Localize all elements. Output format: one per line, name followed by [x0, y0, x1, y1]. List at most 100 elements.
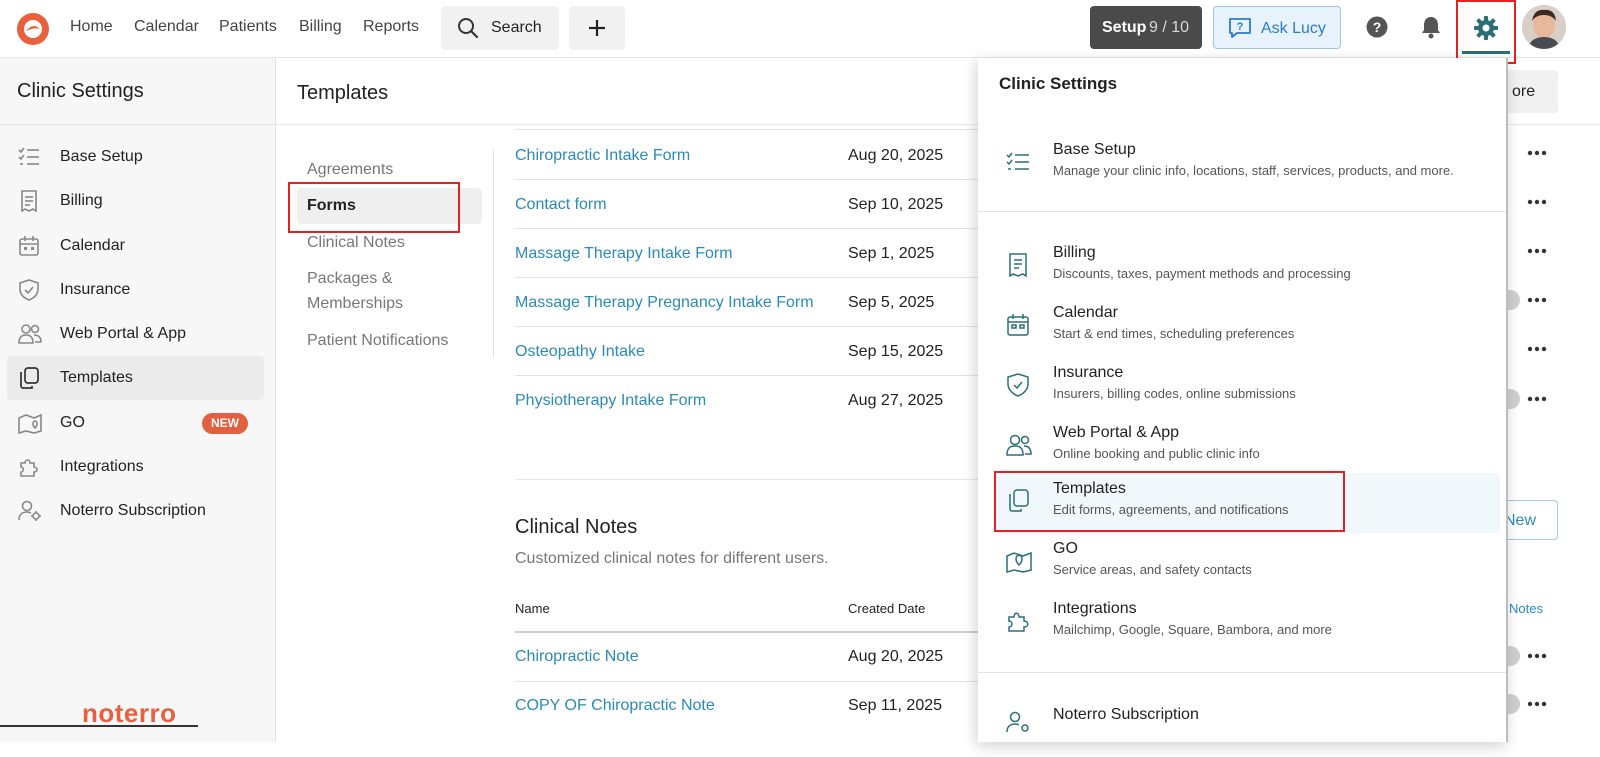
dropdown-item-insurance[interactable]: Insurance Insurers, billing codes, onlin… [994, 357, 1500, 417]
table-row: Chiropractic Note Aug 20, 2025 [515, 633, 985, 682]
subnav-clinical-notes[interactable]: Clinical Notes [307, 230, 405, 255]
toggle-switch[interactable] [1508, 389, 1520, 409]
more-options-icon[interactable] [1527, 346, 1547, 352]
sidebar-item-base-setup[interactable]: Base Setup [7, 135, 264, 179]
toggle-switch[interactable] [1508, 646, 1520, 666]
more-options-icon[interactable] [1527, 396, 1547, 402]
calendar-icon [1006, 313, 1030, 337]
nav-billing[interactable]: Billing [299, 18, 342, 36]
more-button[interactable]: ore [1500, 70, 1558, 113]
forms-highlight-box [288, 182, 460, 233]
sidebar-item-web-portal[interactable]: Web Portal & App [7, 312, 264, 356]
sidebar-item-go[interactable]: GO NEW [7, 401, 264, 445]
dropdown-item-description: Insurers, billing codes, online submissi… [1053, 386, 1296, 401]
shield-icon [18, 279, 40, 301]
toggle-switch[interactable] [1508, 290, 1520, 310]
dropdown-item-subscription[interactable]: Noterro Subscription [994, 697, 1500, 757]
dropdown-item-billing[interactable]: Billing Discounts, taxes, payment method… [994, 237, 1500, 297]
nav-calendar[interactable]: Calendar [134, 18, 199, 36]
subnav-agreements[interactable]: Agreements [307, 157, 393, 182]
more-options-icon[interactable] [1527, 150, 1547, 156]
dropdown-item-description: Online booking and public clinic info [1053, 446, 1260, 461]
nav-patients[interactable]: Patients [219, 18, 277, 36]
form-name-link[interactable]: Massage Therapy Intake Form [515, 245, 733, 263]
dropdown-item-base-setup[interactable]: Base Setup Manage your clinic info, loca… [994, 134, 1500, 194]
sidebar-item-insurance[interactable]: Insurance [7, 268, 264, 312]
add-button[interactable] [569, 6, 625, 50]
sidebar-item-subscription[interactable]: Noterro Subscription [7, 489, 264, 533]
dropdown-item-title: Integrations [1053, 600, 1137, 617]
noterro-logo-icon[interactable] [16, 12, 50, 46]
clinical-notes-description: Customized clinical notes for different … [515, 550, 829, 567]
settings-gear-button[interactable] [1456, 0, 1516, 64]
sidebar-item-templates[interactable]: Templates [7, 356, 264, 400]
more-options-icon[interactable] [1527, 199, 1547, 205]
svg-text:?: ? [1373, 19, 1382, 35]
form-created-date: Aug 27, 2025 [848, 392, 944, 409]
top-bar: Home Calendar Patients Billing Reports S… [0, 0, 1600, 64]
sidebar-item-label: Calendar [60, 237, 125, 254]
plus-icon [587, 18, 607, 38]
user-gear-icon [1006, 711, 1032, 735]
dropdown-item-integrations[interactable]: Integrations Mailchimp, Google, Square, … [994, 593, 1500, 653]
clinical-note-link[interactable]: COPY OF Chiropractic Note [515, 697, 715, 715]
divider [515, 479, 985, 480]
more-options-icon[interactable] [1527, 297, 1547, 303]
gear-icon [1474, 16, 1498, 40]
search-button[interactable]: Search [441, 6, 559, 50]
shield-icon [1006, 373, 1030, 397]
form-name-link[interactable]: Chiropractic Intake Form [515, 147, 690, 165]
subnav-packages[interactable]: Packages & [307, 266, 392, 291]
sidebar-item-label: Insurance [60, 281, 131, 298]
setup-progress-button[interactable]: Setup 9 / 10 [1090, 6, 1202, 49]
form-created-date: Sep 10, 2025 [848, 196, 944, 213]
dropdown-title: Clinic Settings [999, 74, 1118, 93]
column-header-created-date[interactable]: Created Date [848, 601, 925, 616]
new-clinical-note-button[interactable]: New [1500, 500, 1558, 540]
sidebar-item-integrations[interactable]: Integrations [7, 445, 264, 489]
form-name-link[interactable]: Massage Therapy Pregnancy Intake Form [515, 294, 814, 312]
receipt-icon [1006, 253, 1030, 277]
nav-home[interactable]: Home [70, 18, 113, 36]
form-name-link[interactable]: Physiotherapy Intake Form [515, 392, 706, 410]
sidebar-item-label: Base Setup [60, 148, 143, 165]
checklist-icon [18, 146, 40, 168]
subnav-patient-notifications[interactable]: Patient Notifications [307, 328, 448, 353]
divider [0, 124, 275, 125]
sidebar-item-billing[interactable]: Billing [7, 179, 264, 223]
more-options-icon[interactable] [1527, 653, 1547, 659]
form-created-date: Sep 5, 2025 [848, 294, 935, 311]
puzzle-icon [18, 456, 40, 478]
dropdown-item-title: Calendar [1053, 304, 1118, 321]
bell-icon[interactable] [1420, 15, 1442, 39]
receipt-icon [18, 190, 40, 212]
more-options-icon[interactable] [1527, 248, 1547, 254]
table-row: Massage Therapy Intake Form Sep 1, 2025 [515, 228, 985, 277]
user-avatar[interactable] [1522, 5, 1566, 49]
divider [493, 150, 494, 358]
toggle-switch[interactable] [1508, 694, 1520, 714]
dropdown-item-calendar[interactable]: Calendar Start & end times, scheduling p… [994, 297, 1500, 357]
nav-reports[interactable]: Reports [363, 18, 419, 36]
user-gear-icon [18, 500, 42, 522]
search-icon [457, 17, 479, 39]
subnav-memberships[interactable]: Memberships [307, 291, 403, 316]
ask-lucy-button[interactable]: ? Ask Lucy [1213, 6, 1341, 49]
dropdown-item-title: GO [1053, 540, 1078, 557]
help-icon[interactable]: ? [1366, 16, 1388, 38]
clinical-note-link[interactable]: Chiropractic Note [515, 648, 639, 666]
sidebar-item-label: Noterro Subscription [60, 502, 206, 519]
calendar-icon [18, 235, 40, 257]
dropdown-item-go[interactable]: GO Service areas, and safety contacts [994, 533, 1500, 593]
sidebar-item-label: GO [60, 414, 85, 431]
notes-link[interactable]: Notes [1509, 601, 1543, 616]
form-name-link[interactable]: Osteopathy Intake [515, 343, 645, 361]
sidebar-item-calendar[interactable]: Calendar [7, 224, 264, 268]
sidebar-item-label: Integrations [60, 458, 144, 475]
chat-question-icon: ? [1228, 17, 1252, 39]
dropdown-item-web-portal[interactable]: Web Portal & App Online booking and publ… [994, 417, 1500, 477]
form-name-link[interactable]: Contact form [515, 196, 607, 214]
column-header-name[interactable]: Name [515, 601, 550, 616]
more-options-icon[interactable] [1527, 701, 1547, 707]
dropdown-item-description: Service areas, and safety contacts [1053, 562, 1252, 577]
